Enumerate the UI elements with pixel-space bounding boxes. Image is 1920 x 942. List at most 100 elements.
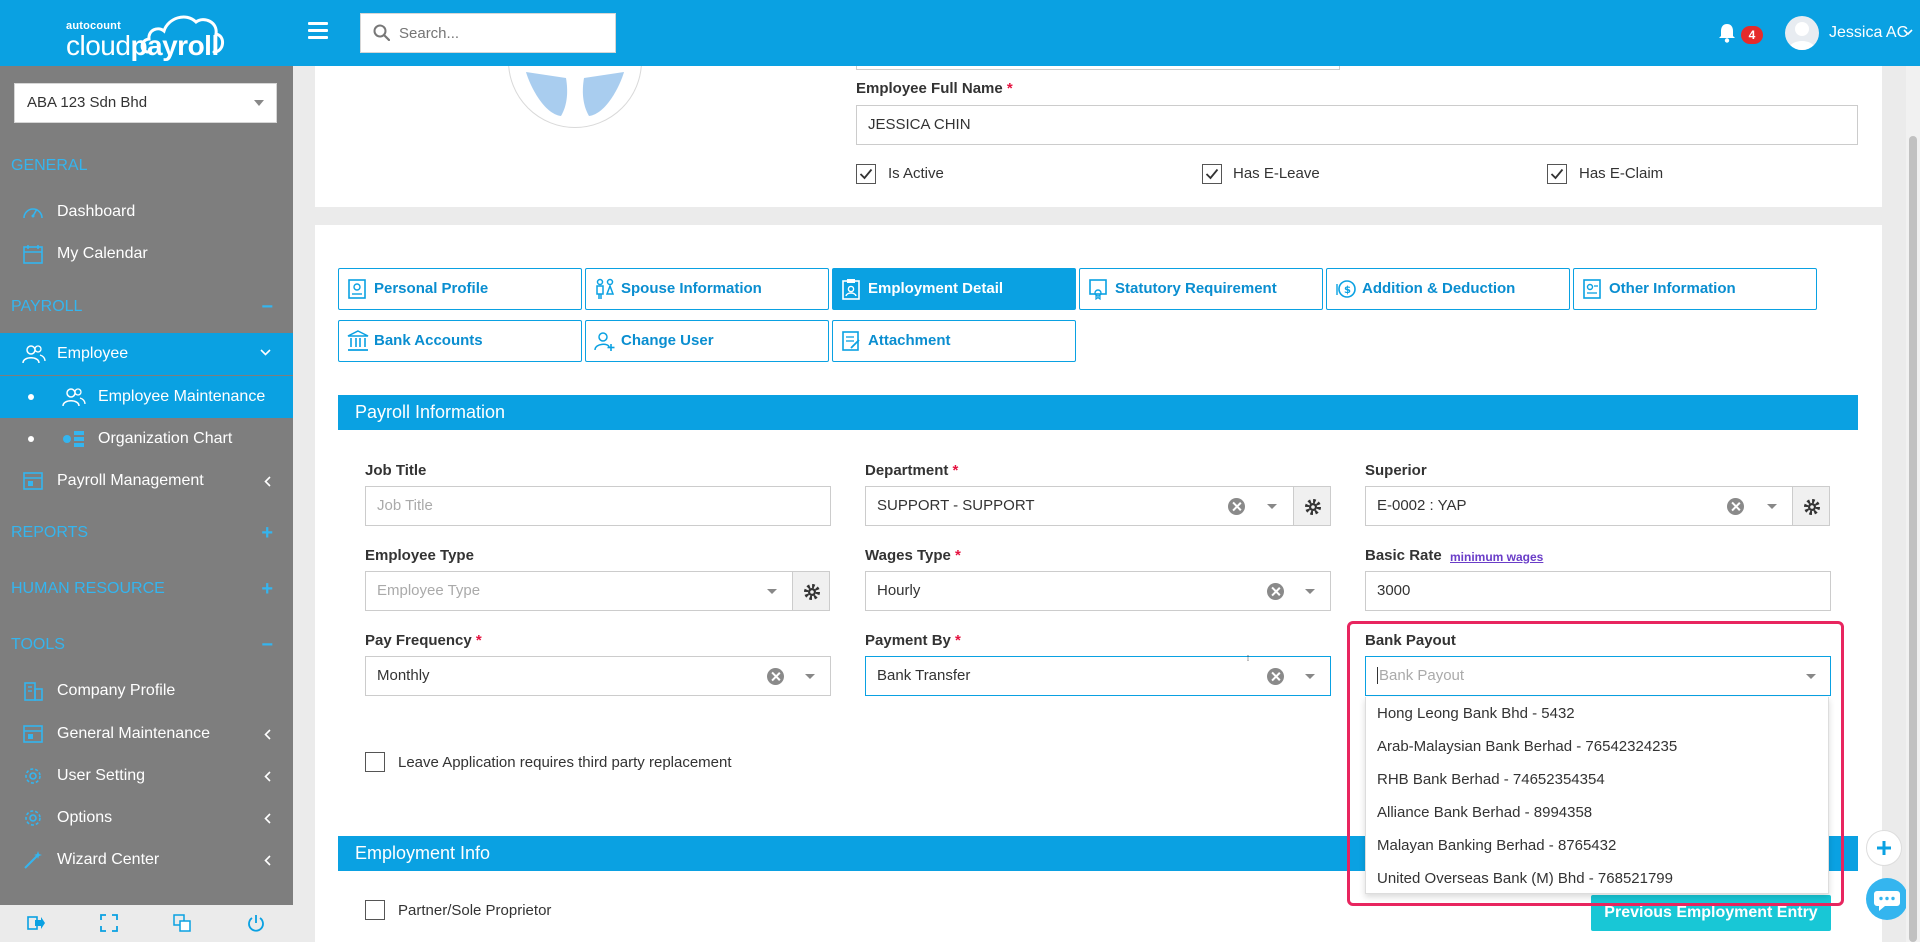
expand-plus-icon[interactable]: + bbox=[261, 569, 273, 609]
sidebar-section-tools[interactable]: TOOLS − bbox=[0, 625, 293, 665]
tab-attachment[interactable]: Attachment bbox=[832, 320, 1076, 362]
pay-frequency-select[interactable]: Monthly bbox=[365, 656, 831, 696]
clear-icon[interactable] bbox=[1267, 583, 1284, 600]
dashboard-gauge-icon bbox=[23, 208, 43, 219]
expand-plus-icon[interactable]: + bbox=[261, 513, 273, 553]
brand-name: cloudpayroll bbox=[66, 30, 219, 61]
bullet-dot bbox=[28, 436, 34, 442]
top-bar: autocount cloudpayroll 4 Jessica AC bbox=[0, 0, 1920, 66]
full-name-input[interactable]: JESSICA CHIN bbox=[856, 105, 1858, 145]
caret-down-icon[interactable] bbox=[805, 674, 815, 679]
sidebar-item-options[interactable]: Options bbox=[0, 797, 293, 839]
tab-employment-detail[interactable]: Employment Detail bbox=[832, 268, 1076, 310]
sidebar-item-organization-chart[interactable]: Organization Chart bbox=[0, 418, 293, 460]
language-icon[interactable] bbox=[173, 914, 191, 932]
search-box[interactable] bbox=[360, 13, 616, 53]
search-input[interactable] bbox=[399, 14, 609, 52]
document-edit-icon bbox=[842, 331, 860, 351]
clear-icon[interactable] bbox=[767, 668, 784, 685]
tab-other-information[interactable]: Other Information bbox=[1573, 268, 1817, 310]
caret-down-icon[interactable] bbox=[1806, 674, 1816, 679]
tab-spouse-information[interactable]: Spouse Information bbox=[585, 268, 829, 310]
wages-type-select[interactable]: Hourly bbox=[865, 571, 1331, 611]
app-logo[interactable]: autocount cloudpayroll bbox=[0, 0, 293, 66]
partner-checkbox[interactable] bbox=[365, 900, 385, 920]
chat-fab-button[interactable] bbox=[1866, 878, 1908, 920]
employee-photo[interactable] bbox=[508, 66, 642, 128]
has-eleave-label: Has E-Leave bbox=[1233, 165, 1320, 182]
tab-statutory-requirement[interactable]: Statutory Requirement bbox=[1079, 268, 1323, 310]
add-fab-button[interactable] bbox=[1866, 830, 1902, 866]
tab-bank-accounts[interactable]: Bank Accounts bbox=[338, 320, 582, 362]
sidebar-section-general[interactable]: GENERAL bbox=[0, 146, 293, 186]
sidebar-footer bbox=[0, 905, 293, 942]
caret-down-icon[interactable] bbox=[1267, 504, 1277, 509]
is-active-checkbox[interactable] bbox=[856, 164, 876, 184]
caret-down-icon[interactable] bbox=[767, 589, 777, 594]
sidebar-item-general-maintenance[interactable]: General Maintenance bbox=[0, 713, 293, 755]
company-select[interactable]: ABA 123 Sdn Bhd bbox=[14, 83, 277, 123]
bank-option[interactable]: Hong Leong Bank Bhd - 5432 bbox=[1366, 697, 1828, 730]
payment-by-select[interactable]: Bank Transfer bbox=[865, 656, 1331, 696]
employee-type-select[interactable]: Employee Type bbox=[365, 571, 794, 611]
collapse-minus-icon[interactable]: − bbox=[261, 287, 273, 327]
sidebar-section-payroll[interactable]: PAYROLL − bbox=[0, 287, 293, 327]
sidebar-section-human-resource[interactable]: HUMAN RESOURCE + bbox=[0, 569, 293, 609]
fullscreen-icon[interactable] bbox=[100, 914, 118, 932]
job-title-input[interactable]: Job Title bbox=[365, 486, 831, 526]
notification-bell-icon[interactable] bbox=[1718, 23, 1736, 43]
sidebar-item-my-calendar[interactable]: My Calendar bbox=[0, 233, 293, 275]
has-eclaim-checkbox[interactable] bbox=[1547, 164, 1567, 184]
bank-option[interactable]: Malayan Banking Berhad - 8765432 bbox=[1366, 829, 1828, 862]
page-scrollbar[interactable] bbox=[1906, 66, 1920, 942]
sidebar-item-dashboard[interactable]: Dashboard bbox=[0, 191, 293, 233]
tab-personal-profile[interactable]: Personal Profile bbox=[338, 268, 582, 310]
department-select[interactable]: SUPPORT - SUPPORT bbox=[865, 486, 1294, 526]
minimum-wages-link[interactable]: minimum wages bbox=[1450, 550, 1543, 564]
full-name-label: Employee Full Name * bbox=[856, 80, 1013, 97]
user-name[interactable]: Jessica AC bbox=[1829, 24, 1908, 42]
sidebar-item-employee[interactable]: Employee bbox=[0, 333, 293, 375]
chevron-down-icon[interactable] bbox=[1903, 29, 1913, 36]
power-icon[interactable] bbox=[247, 914, 265, 932]
basic-rate-label: Basic Rate bbox=[1365, 547, 1442, 564]
caret-down-icon[interactable] bbox=[1305, 589, 1315, 594]
bank-payout-select[interactable]: Bank Payout bbox=[1365, 656, 1831, 696]
sidebar: ABA 123 Sdn Bhd GENERAL Dashboard My Cal… bbox=[0, 66, 293, 942]
job-title-label: Job Title bbox=[365, 462, 427, 479]
tab-addition-deduction[interactable]: $ Addition & Deduction bbox=[1326, 268, 1570, 310]
bank-option[interactable]: Alliance Bank Berhad - 8994358 bbox=[1366, 796, 1828, 829]
chevron-left-icon bbox=[264, 855, 271, 866]
employee-code-field[interactable] bbox=[856, 66, 1340, 70]
leave-replacement-checkbox[interactable] bbox=[365, 752, 385, 772]
bank-option[interactable]: Arab-Malaysian Bank Berhad - 76542324235 bbox=[1366, 730, 1828, 763]
clear-icon[interactable] bbox=[1727, 498, 1744, 515]
clear-icon[interactable] bbox=[1267, 668, 1284, 685]
caret-down-icon[interactable] bbox=[1305, 674, 1315, 679]
superior-select[interactable]: E-0002 : YAP bbox=[1365, 486, 1794, 526]
previous-employment-entry-button[interactable]: Previous Employment Entry bbox=[1591, 895, 1831, 931]
basic-rate-input[interactable]: 3000 bbox=[1365, 571, 1831, 611]
sidebar-item-company-profile[interactable]: Company Profile bbox=[0, 670, 293, 712]
sidebar-item-payroll-management[interactable]: Payroll Management bbox=[0, 460, 293, 502]
employee-type-settings-button[interactable] bbox=[792, 571, 830, 611]
user-avatar[interactable] bbox=[1785, 16, 1819, 50]
bank-option[interactable]: United Overseas Bank (M) Bhd - 768521799 bbox=[1366, 862, 1828, 895]
sidebar-item-user-setting[interactable]: User Setting bbox=[0, 755, 293, 797]
sidebar-section-reports[interactable]: REPORTS + bbox=[0, 513, 293, 553]
sidebar-item-employee-maintenance[interactable]: Employee Maintenance bbox=[0, 376, 293, 418]
plus-icon bbox=[1877, 841, 1891, 855]
superior-settings-button[interactable] bbox=[1792, 486, 1830, 526]
bank-option[interactable]: RHB Bank Berhad - 74652354354 bbox=[1366, 763, 1828, 796]
sidebar-item-wizard-center[interactable]: Wizard Center bbox=[0, 839, 293, 881]
logout-icon[interactable] bbox=[27, 914, 45, 932]
caret-down-icon[interactable] bbox=[1767, 504, 1777, 509]
collapse-minus-icon[interactable]: − bbox=[261, 625, 273, 665]
menu-toggle-icon[interactable] bbox=[308, 22, 328, 42]
department-settings-button[interactable] bbox=[1293, 486, 1331, 526]
has-eleave-checkbox[interactable] bbox=[1202, 164, 1222, 184]
scrollbar-thumb[interactable] bbox=[1909, 136, 1917, 942]
tab-change-user[interactable]: Change User bbox=[585, 320, 829, 362]
clear-icon[interactable] bbox=[1228, 498, 1245, 515]
payroll-management-icon bbox=[23, 472, 43, 490]
